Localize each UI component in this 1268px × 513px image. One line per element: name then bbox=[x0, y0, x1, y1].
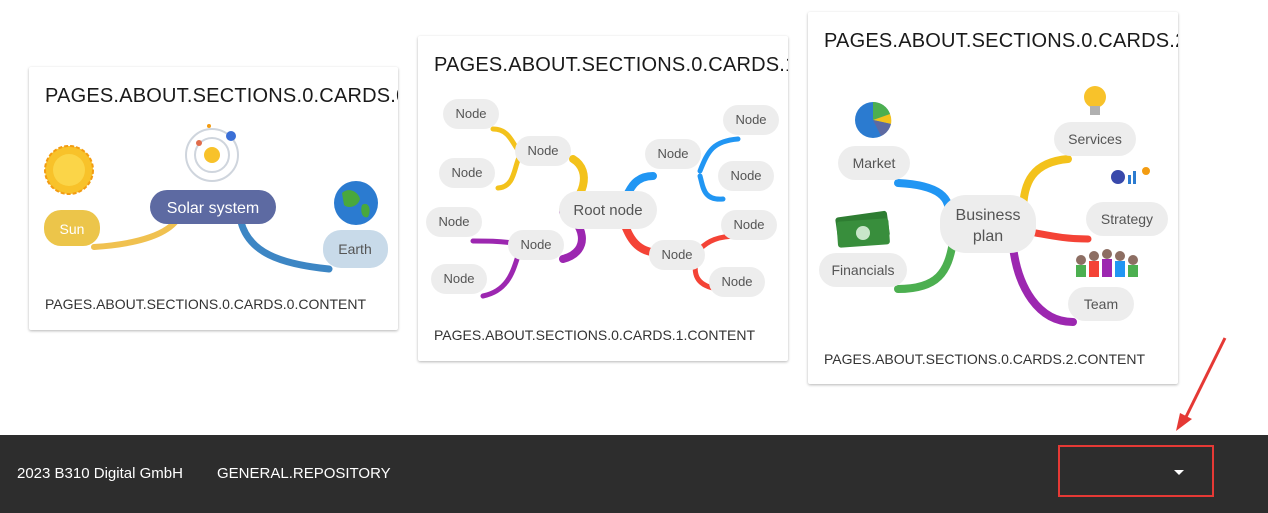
node-solar-system: Solar system bbox=[167, 200, 259, 217]
node-services: Services bbox=[1068, 131, 1122, 147]
node-leaf: Node bbox=[657, 146, 688, 161]
annotation-arrow bbox=[1176, 337, 1227, 431]
card-content: PAGES.ABOUT.SECTIONS.0.CARDS.0.CONTENT bbox=[45, 296, 367, 312]
earth-icon bbox=[334, 181, 378, 225]
node-leaf: Node bbox=[735, 112, 766, 127]
node-leaf: Node bbox=[721, 274, 752, 289]
node-business-plan-line2: plan bbox=[973, 228, 1003, 245]
node-leaf: Node bbox=[451, 165, 482, 180]
card-content: PAGES.ABOUT.SECTIONS.0.CARDS.2.CONTENT bbox=[824, 351, 1146, 367]
node-leaf: Node bbox=[730, 168, 761, 183]
node-strategy: Strategy bbox=[1101, 211, 1153, 227]
node-market: Market bbox=[853, 155, 896, 171]
mind-map-illustration: Root node Node Node Node Node Node Node … bbox=[418, 91, 788, 316]
node-business-plan-line1: Business bbox=[956, 207, 1021, 224]
mini-chart-icon bbox=[1111, 167, 1150, 184]
node-root: Root node bbox=[573, 202, 642, 219]
about-card-business-plan: PAGES.ABOUT.SECTIONS.0.CARDS.2.TITLE bbox=[808, 12, 1178, 384]
pie-chart-icon bbox=[855, 101, 892, 138]
team-icon bbox=[1076, 249, 1138, 277]
chevron-down-icon[interactable] bbox=[1174, 470, 1184, 475]
language-select[interactable] bbox=[1058, 445, 1214, 497]
footer-copyright: 2023 B310 Digital GmbH bbox=[17, 465, 183, 482]
node-financials: Financials bbox=[831, 262, 894, 278]
repository-link[interactable]: GENERAL.REPOSITORY bbox=[217, 465, 391, 482]
node-leaf: Node bbox=[455, 106, 486, 121]
sun-icon bbox=[44, 145, 94, 195]
node-leaf: Node bbox=[438, 214, 469, 229]
business-plan-illustration: Business plan Market Financials Services… bbox=[808, 67, 1178, 342]
node-sun: Sun bbox=[60, 221, 85, 237]
card-content: PAGES.ABOUT.SECTIONS.0.CARDS.1.CONTENT bbox=[434, 327, 756, 343]
footer: 2023 B310 Digital GmbH GENERAL.REPOSITOR… bbox=[0, 435, 1268, 513]
card-title: PAGES.ABOUT.SECTIONS.0.CARDS.0.TITLE bbox=[45, 85, 398, 107]
about-card-solar-system: PAGES.ABOUT.SECTIONS.0.CARDS.0.TITLE bbox=[29, 67, 398, 330]
node-earth: Earth bbox=[338, 241, 371, 257]
solar-system-illustration: Sun Solar system Earth bbox=[29, 122, 398, 297]
node-leaf: Node bbox=[733, 217, 764, 232]
lightbulb-icon bbox=[1084, 86, 1106, 115]
money-icon bbox=[835, 210, 890, 248]
about-card-mind-map: PAGES.ABOUT.SECTIONS.0.CARDS.1.TITLE bbox=[418, 36, 788, 361]
node-leaf: Node bbox=[443, 271, 474, 286]
node-leaf: Node bbox=[527, 143, 558, 158]
orbit-icon bbox=[185, 124, 239, 182]
node-leaf: Node bbox=[661, 247, 692, 262]
card-title: PAGES.ABOUT.SECTIONS.0.CARDS.2.TITLE bbox=[824, 30, 1178, 52]
card-title: PAGES.ABOUT.SECTIONS.0.CARDS.1.TITLE bbox=[434, 54, 788, 76]
node-team: Team bbox=[1084, 296, 1118, 312]
node-leaf: Node bbox=[520, 237, 551, 252]
